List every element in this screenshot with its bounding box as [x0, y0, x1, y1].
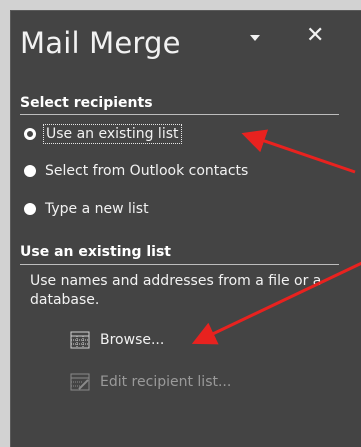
existing-list-description: Use names and addresses from a file or a… [30, 273, 322, 308]
edit-recipient-list-link: Edit recipient list... [70, 370, 231, 394]
section-divider [20, 264, 339, 265]
radio-label: Select from Outlook contacts [45, 163, 249, 179]
browse-label: Browse... [100, 332, 165, 348]
radio-label: Type a new list [45, 201, 149, 217]
radio-label: Use an existing list [43, 124, 182, 144]
section-heading-use-existing-list: Use an existing list [20, 244, 171, 260]
edit-recipient-list-label: Edit recipient list... [100, 374, 232, 390]
browse-link[interactable]: Browse... [70, 328, 164, 352]
section-heading-select-recipients: Select recipients [20, 95, 153, 111]
radio-select-from-outlook-contacts[interactable]: Select from Outlook contacts [24, 160, 248, 182]
table-grid-icon [70, 331, 90, 349]
radio-button[interactable] [24, 203, 36, 215]
dropdown-triangle-icon[interactable] [245, 28, 265, 48]
radio-use-existing-list[interactable]: Use an existing list [24, 123, 182, 145]
close-icon[interactable]: ✕ [306, 23, 324, 48]
edit-list-icon [70, 373, 90, 391]
radio-type-new-list[interactable]: Type a new list [24, 198, 149, 220]
radio-button-selected[interactable] [24, 128, 36, 140]
pane-title: Mail Merge [20, 26, 181, 60]
section-divider [20, 114, 339, 115]
radio-button[interactable] [24, 165, 36, 177]
